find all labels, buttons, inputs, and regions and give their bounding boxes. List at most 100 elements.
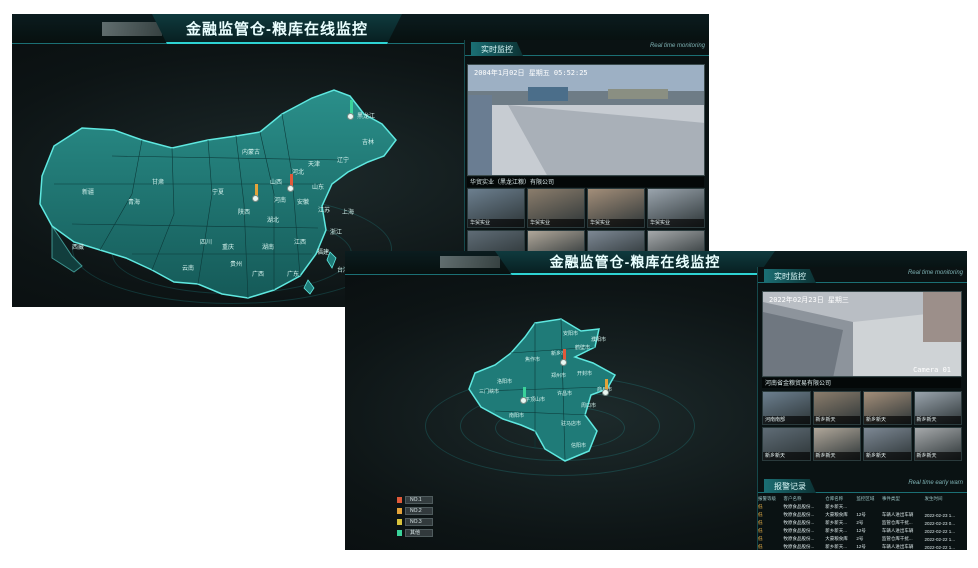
city-label[interactable]: 周口市 bbox=[581, 402, 596, 409]
province-label[interactable]: 吉林 bbox=[362, 138, 374, 146]
city-label[interactable]: 焦作市 bbox=[525, 356, 540, 363]
city-label[interactable]: 洛阳市 bbox=[497, 378, 512, 385]
warehouse-marker-dot[interactable] bbox=[252, 195, 259, 202]
alarm-row[interactable]: 低 牧原食品股份... 新乡新天... 2号 监管仓库干扰... 2022-02-23 0… bbox=[757, 519, 965, 527]
alarm-column-header[interactable]: 报警等级 bbox=[757, 494, 782, 503]
camera-thumbnail[interactable]: 新乡新天 bbox=[762, 427, 811, 461]
province-label[interactable]: 广西 bbox=[252, 270, 264, 278]
alarm-row[interactable]: 低 牧原食品股份... 大豪粮食库 12号 车辆人进出车辆 2022-02-23 1... bbox=[757, 511, 965, 519]
province-label[interactable]: 湖南 bbox=[262, 243, 274, 251]
legend-swatch bbox=[397, 508, 402, 514]
province-label[interactable]: 四川 bbox=[200, 239, 212, 246]
alarm-row[interactable]: 低 牧原食品股份... 新乡新天... bbox=[757, 503, 965, 511]
legend-item[interactable]: 其他 bbox=[397, 528, 433, 538]
province-label[interactable]: 黑龙江 bbox=[357, 112, 375, 120]
warehouse-marker-dot[interactable] bbox=[520, 397, 527, 404]
title-plate: 金融监管仓-粮库在线监控 bbox=[495, 251, 775, 275]
alarm-column-header[interactable]: 事件类型 bbox=[881, 494, 924, 503]
province-label[interactable]: 贵州 bbox=[230, 260, 242, 268]
page-title: 金融监管仓-粮库在线监控 bbox=[186, 20, 368, 38]
city-label[interactable]: 南阳市 bbox=[509, 412, 524, 419]
alarm-cell: 牧原食品股份... bbox=[783, 536, 815, 541]
camera-thumbnail[interactable]: 新乡新天 bbox=[812, 427, 861, 461]
alarm-column-header[interactable]: 客户名称 bbox=[782, 494, 824, 503]
province-label[interactable]: 湖北 bbox=[267, 216, 279, 224]
province-label[interactable]: 宁夏 bbox=[212, 188, 224, 196]
camera-thumbnail[interactable]: 华贸实业 bbox=[527, 188, 585, 228]
province-label[interactable]: 陕西 bbox=[238, 208, 250, 216]
camera-thumbnail[interactable]: 华贸实业 bbox=[467, 188, 525, 228]
city-label[interactable]: 平顶山市 bbox=[525, 396, 545, 403]
legend-item[interactable]: NO.3 bbox=[397, 517, 433, 527]
alarm-column-header[interactable]: 监控区域 bbox=[855, 494, 880, 503]
main-camera-view[interactable]: 2022年02月23日 星期三 Camera 01 bbox=[762, 291, 962, 377]
province-label[interactable]: 上海 bbox=[342, 208, 354, 216]
legend-swatch bbox=[397, 519, 402, 525]
alarm-cell: 牧原食品股份... bbox=[783, 512, 815, 517]
alarm-row[interactable]: 低 牧原食品股份... 大豪粮食库 2号 监管仓库干扰... 2022-02-22 1..… bbox=[757, 535, 965, 543]
province-label[interactable]: 江苏 bbox=[318, 206, 330, 214]
warehouse-marker-dot[interactable] bbox=[602, 389, 609, 396]
province-label[interactable]: 内蒙古 bbox=[242, 148, 260, 156]
city-label[interactable]: 开封市 bbox=[577, 370, 592, 377]
camera-thumbnail-label: 华贸实业 bbox=[528, 219, 584, 227]
province-label[interactable]: 广东 bbox=[287, 270, 299, 278]
city-label[interactable]: 信阳市 bbox=[571, 442, 586, 449]
city-label[interactable]: 驻马店市 bbox=[561, 420, 581, 427]
panel-tab-alarm[interactable]: 报警记录 bbox=[764, 479, 816, 493]
province-label[interactable]: 河北 bbox=[292, 168, 304, 176]
province-label[interactable]: 甘肃 bbox=[152, 178, 164, 186]
province-label[interactable]: 福建 bbox=[317, 248, 329, 256]
alarm-column-header[interactable]: 仓库名称 bbox=[824, 494, 855, 503]
camera-thumbnail-label: 新乡新天 bbox=[813, 452, 860, 460]
alarm-cell: 牧原食品股份... bbox=[783, 544, 815, 549]
province-label[interactable]: 青海 bbox=[128, 198, 140, 206]
city-label[interactable]: 濮阳市 bbox=[591, 336, 606, 343]
camera-thumbnail[interactable]: 河南南部 bbox=[762, 391, 811, 425]
alarm-cell: 车辆人进出车辆 bbox=[881, 544, 914, 549]
camera-thumbnail[interactable]: 新乡新天 bbox=[913, 391, 962, 425]
province-label[interactable]: 山东 bbox=[312, 183, 324, 191]
legend-item[interactable]: NO.1 bbox=[397, 495, 433, 505]
main-camera-view[interactable]: 2004年1月02日 星期五 05:52:25 bbox=[467, 64, 705, 176]
warehouse-marker-dot[interactable] bbox=[347, 113, 354, 120]
camera-thumbnail[interactable]: 华贸实业 bbox=[647, 188, 705, 228]
province-label[interactable]: 浙江 bbox=[330, 228, 342, 236]
camera-thumbnail[interactable]: 新乡新天 bbox=[863, 427, 912, 461]
province-label[interactable]: 西藏 bbox=[72, 243, 84, 251]
alarm-column-header[interactable]: 发生时间 bbox=[924, 494, 965, 503]
panel-tab-realtime[interactable]: 实时监控 bbox=[764, 269, 816, 283]
alarm-table: 报警等级 客户名称 仓库名称 监控区域 事件类型 发生时间 低牧原食品股份... 新乡新天.… bbox=[757, 494, 965, 550]
province-label[interactable]: 江西 bbox=[294, 239, 306, 246]
province-label[interactable]: 重庆 bbox=[222, 243, 234, 251]
camera-thumbnail[interactable]: 新乡新天 bbox=[863, 391, 912, 425]
alarm-cell: 牧原食品股份... bbox=[783, 504, 815, 509]
city-label[interactable]: 许昌市 bbox=[557, 390, 572, 397]
legend-item[interactable]: NO.2 bbox=[397, 506, 433, 516]
camera-thumbnail[interactable]: 新乡新天 bbox=[812, 391, 861, 425]
warehouse-marker-dot[interactable] bbox=[560, 359, 567, 366]
city-label[interactable]: 鹤壁市 bbox=[575, 344, 590, 351]
camera-osd-timestamp: 2004年1月02日 星期五 05:52:25 bbox=[474, 69, 588, 77]
province-label[interactable]: 河南 bbox=[274, 196, 286, 204]
city-label[interactable]: 郑州市 bbox=[551, 372, 566, 379]
camera-thumbnail-label: 新乡新天 bbox=[763, 452, 810, 460]
alarm-row[interactable]: 低 牧原食品股份... 新乡新天... 12号 车辆人进出车辆 2022-02-22 1.… bbox=[757, 527, 965, 535]
legend-label: NO.2 bbox=[405, 507, 433, 515]
province-label[interactable]: 安徽 bbox=[297, 198, 309, 206]
warehouse-marker-dot[interactable] bbox=[287, 185, 294, 192]
province-label[interactable]: 云南 bbox=[182, 264, 194, 272]
province-label[interactable]: 天津 bbox=[308, 161, 320, 168]
province-label[interactable]: 辽宁 bbox=[337, 156, 349, 164]
province-label[interactable]: 山西 bbox=[270, 178, 282, 186]
city-label[interactable]: 三门峡市 bbox=[479, 388, 499, 395]
camera-thumbnail[interactable]: 华贸实业 bbox=[587, 188, 645, 228]
panel-tab-realtime[interactable]: 实时监控 bbox=[471, 42, 523, 56]
camera-name-tag: Camera 01 bbox=[913, 366, 951, 374]
alarm-row[interactable]: 低 牧原食品股份... 新乡新天... 12号 车辆人进出车辆 2022-02-22 1.… bbox=[757, 543, 965, 550]
province-label[interactable]: 新疆 bbox=[82, 188, 94, 196]
henan-dashboard-screen: 金融监管仓-粮库在线监控 ↶ 返回 安阳市鹤壁市濮阳市新乡市焦作市郑州市 bbox=[345, 251, 967, 550]
alarm-table-header: 报警等级 客户名称 仓库名称 监控区域 事件类型 发生时间 bbox=[757, 494, 965, 503]
city-label[interactable]: 安阳市 bbox=[563, 330, 578, 337]
camera-thumbnail[interactable]: 新乡新天 bbox=[913, 427, 962, 461]
